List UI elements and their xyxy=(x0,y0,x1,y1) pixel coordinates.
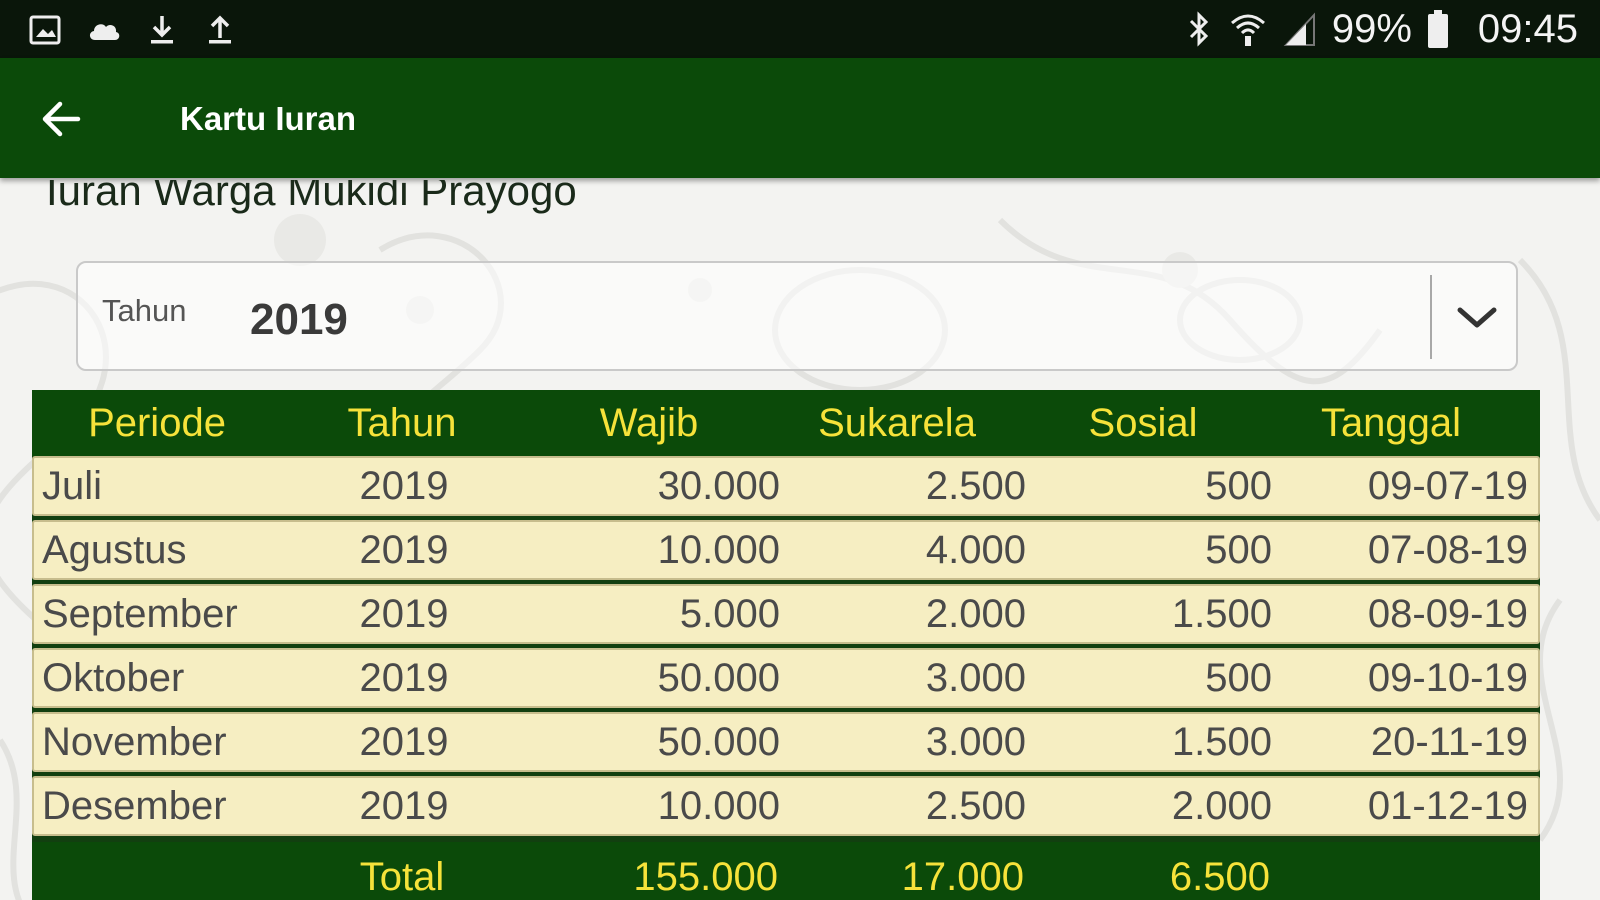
cell-tanggal: 08-09-19 xyxy=(1367,591,1528,636)
cloud-icon xyxy=(89,24,120,40)
battery-percent: 99% xyxy=(1331,7,1412,51)
cell-sosial: 500 xyxy=(1205,655,1272,700)
total-wajib: 155.000 xyxy=(633,854,778,899)
cell-sukarela: 3.000 xyxy=(925,719,1026,764)
table-total-row: Total 155.000 17.000 6.500 xyxy=(32,842,1540,900)
cell-wajib: 10.000 xyxy=(657,783,780,828)
status-bar: 99% 09:45 xyxy=(0,0,1600,58)
cell-tanggal: 20-11-19 xyxy=(1370,719,1528,764)
cell-periode: Desember xyxy=(42,783,227,828)
cell-tanggal: 09-07-19 xyxy=(1367,463,1528,508)
column-header-periode: Periode xyxy=(88,400,226,445)
cell-sukarela: 2.500 xyxy=(925,783,1026,828)
upload-icon xyxy=(209,15,231,44)
cell-sukarela: 3.000 xyxy=(925,655,1026,700)
table-row: Juli 2019 30.000 2.500 500 09-07-19 xyxy=(32,456,1540,516)
table-row: Desember 2019 10.000 2.500 2.000 01-12-1… xyxy=(32,776,1540,836)
cell-tahun: 2019 xyxy=(359,463,449,508)
clock: 09:45 xyxy=(1477,7,1578,51)
dropdown-divider xyxy=(1430,275,1432,359)
table-row: Oktober 2019 50.000 3.000 500 09-10-19 xyxy=(32,648,1540,708)
cell-wajib: 50.000 xyxy=(657,655,780,700)
cell-sosial: 500 xyxy=(1205,527,1272,572)
cell-periode: September xyxy=(42,591,238,636)
cell-tahun: 2019 xyxy=(359,527,449,572)
cell-periode: November xyxy=(42,719,227,764)
cell-sukarela: 2.000 xyxy=(925,591,1026,636)
signal-icon xyxy=(1283,12,1315,46)
cell-tanggal: 09-10-19 xyxy=(1367,655,1528,700)
table-header: Periode Tahun Wajib Sukarela Sosial Tang… xyxy=(32,390,1540,456)
cell-sukarela: 2.500 xyxy=(925,463,1026,508)
cell-tahun: 2019 xyxy=(359,719,449,764)
cell-sukarela: 4.000 xyxy=(925,527,1026,572)
download-icon xyxy=(151,16,173,44)
back-arrow-icon[interactable] xyxy=(36,94,86,144)
table-row: November 2019 50.000 3.000 1.500 20-11-1… xyxy=(32,712,1540,772)
member-subtitle: Iuran Warga Mukidi Prayogo xyxy=(46,180,1046,230)
year-dropdown[interactable]: Tahun 2019 xyxy=(76,261,1518,371)
chevron-down-icon[interactable] xyxy=(1452,293,1502,343)
cell-periode: Juli xyxy=(42,463,103,508)
table-row: September 2019 5.000 2.000 1.500 08-09-1… xyxy=(32,584,1540,644)
year-label: Tahun xyxy=(102,293,187,328)
member-subtitle-text: Iuran Warga Mukidi Prayogo xyxy=(46,180,577,214)
year-value: 2019 xyxy=(250,295,348,344)
cell-wajib: 10.000 xyxy=(657,527,780,572)
total-sosial: 6.500 xyxy=(1169,854,1270,899)
table-row: Agustus 2019 10.000 4.000 500 07-08-19 xyxy=(32,520,1540,580)
cell-wajib: 50.000 xyxy=(657,719,780,764)
cell-wajib: 5.000 xyxy=(679,591,780,636)
cell-sosial: 1.500 xyxy=(1171,591,1272,636)
cell-periode: Agustus xyxy=(42,527,187,572)
total-label: Total xyxy=(359,854,445,899)
page-title: Kartu Iuran xyxy=(180,100,357,137)
cell-tahun: 2019 xyxy=(359,591,449,636)
cell-sosial: 1.500 xyxy=(1171,719,1272,764)
column-header-wajib: Wajib xyxy=(599,400,699,445)
cell-tanggal: 01-12-19 xyxy=(1367,783,1528,828)
cell-tanggal: 07-08-19 xyxy=(1367,527,1528,572)
app-bar: Kartu Iuran xyxy=(0,58,1600,178)
cell-tahun: 2019 xyxy=(359,655,449,700)
wifi-icon xyxy=(1230,14,1265,46)
dues-table: Periode Tahun Wajib Sukarela Sosial Tang… xyxy=(32,390,1540,900)
cell-periode: Oktober xyxy=(42,655,185,700)
battery-icon xyxy=(1427,10,1448,48)
column-header-tahun: Tahun xyxy=(347,400,457,445)
column-header-sosial: Sosial xyxy=(1088,400,1198,445)
cell-sosial: 500 xyxy=(1205,463,1272,508)
cell-wajib: 30.000 xyxy=(657,463,780,508)
total-sukarela: 17.000 xyxy=(901,854,1024,899)
cell-tahun: 2019 xyxy=(359,783,449,828)
column-header-sukarela: Sukarela xyxy=(818,400,976,445)
cell-sosial: 2.000 xyxy=(1171,783,1272,828)
bluetooth-icon xyxy=(1189,11,1208,47)
gallery-icon xyxy=(29,15,61,45)
column-header-tanggal: Tanggal xyxy=(1320,400,1462,445)
